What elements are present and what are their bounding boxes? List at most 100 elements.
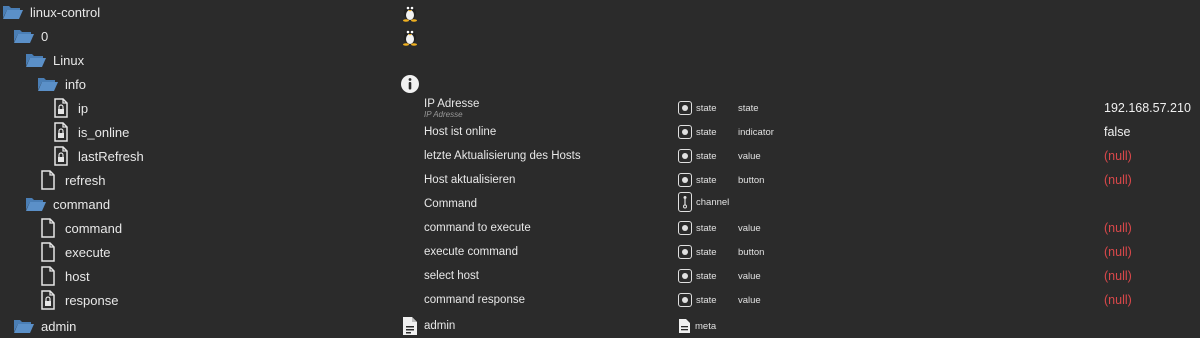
file-icon [37, 170, 59, 190]
role-label: value [738, 270, 761, 282]
tree-row-response[interactable]: response command response state value (n… [0, 288, 1200, 312]
state-value[interactable]: (null) [1104, 168, 1132, 192]
object-name: execute command [424, 240, 518, 264]
state-value[interactable]: (null) [1104, 288, 1132, 312]
type-cell: state [678, 99, 717, 117]
object-name: Host ist online [424, 120, 496, 144]
role-label: button [738, 174, 765, 186]
tree-label: linux-control [30, 4, 101, 20]
type-cell: state [678, 243, 717, 261]
type-label: channel [696, 196, 730, 208]
object-name: command to execute [424, 216, 531, 240]
document-icon [400, 316, 420, 336]
object-name-text: Host aktualisieren [424, 174, 516, 186]
object-name-text: IP Adresse [424, 97, 480, 110]
role-label: button [738, 246, 765, 258]
linux-penguin-icon [400, 2, 420, 22]
object-name-text: command response [424, 294, 525, 306]
role-label: value [738, 222, 761, 234]
file-lock-icon [50, 122, 72, 142]
object-name: Command [424, 192, 477, 216]
file-icon [37, 218, 59, 238]
object-name-text: Command [424, 198, 478, 210]
object-name-text: command to execute [424, 222, 531, 234]
object-name-text: execute command [424, 246, 518, 258]
folder-open-icon[interactable] [25, 50, 47, 70]
file-icon [37, 242, 59, 262]
tree-row-host[interactable]: host select host state value (null) [0, 264, 1200, 288]
linux-penguin-icon [400, 26, 420, 46]
role-label: value [738, 294, 761, 306]
state-type-icon [678, 221, 692, 235]
object-name: select host [424, 264, 479, 288]
tree-row-refresh[interactable]: refresh Host aktualisieren state button … [0, 168, 1200, 192]
folder-open-icon[interactable] [13, 316, 35, 336]
state-value[interactable]: (null) [1104, 264, 1132, 288]
tree-row-command-channel[interactable]: command Command channel [0, 192, 1200, 216]
tree-label: ip [78, 100, 89, 116]
meta-type-icon [678, 318, 691, 334]
type-cell: meta [678, 317, 716, 335]
file-lock-icon [50, 98, 72, 118]
state-type-icon [678, 293, 692, 307]
state-value[interactable]: (null) [1104, 240, 1132, 264]
type-label: state [696, 246, 717, 258]
tree-row-0[interactable]: 0 [0, 24, 1200, 48]
state-value[interactable]: (null) [1104, 216, 1132, 240]
file-lock-icon [37, 290, 59, 310]
tree-row-admin[interactable]: admin admin meta [0, 314, 1200, 338]
folder-open-icon[interactable] [13, 26, 35, 46]
type-label: state [696, 150, 717, 162]
tree-label: is_online [78, 124, 130, 140]
state-value[interactable]: (null) [1104, 144, 1132, 168]
object-name: admin [424, 314, 455, 338]
type-label: state [696, 294, 717, 306]
tree-row-execute[interactable]: execute execute command state button (nu… [0, 240, 1200, 264]
tree-label: lastRefresh [78, 148, 144, 164]
folder-open-icon[interactable] [37, 74, 59, 94]
type-cell: state [678, 147, 717, 165]
tree-row-is-online[interactable]: is_online Host ist online state indicato… [0, 120, 1200, 144]
file-lock-icon [50, 146, 72, 166]
tree-row-linux[interactable]: Linux [0, 48, 1200, 72]
tree-label: Linux [53, 52, 85, 68]
object-name: command response [424, 288, 525, 312]
tree-label: host [65, 268, 90, 284]
folder-open-icon[interactable] [25, 194, 47, 214]
state-type-icon [678, 245, 692, 259]
channel-type-icon [678, 192, 692, 212]
file-icon [37, 266, 59, 286]
type-cell: state [678, 267, 717, 285]
state-value[interactable]: false [1104, 120, 1130, 144]
tree-label: 0 [41, 28, 49, 44]
tree-label: command [65, 220, 123, 236]
type-cell: state [678, 123, 717, 141]
object-name-text: Host ist online [424, 126, 497, 138]
role-label: state [738, 102, 759, 114]
info-circle-icon [400, 74, 420, 94]
type-cell: state [678, 291, 717, 309]
tree-label: response [65, 292, 119, 308]
object-name-text: letzte Aktualisierung des Hosts [424, 150, 581, 162]
tree-row-info[interactable]: info [0, 72, 1200, 96]
object-name-text: select host [424, 270, 479, 282]
tree-label: command [53, 196, 111, 212]
state-type-icon [678, 173, 692, 187]
state-type-icon [678, 125, 692, 139]
tree-row-ip[interactable]: ip IP Adresse IP Adresse state state 192… [0, 96, 1200, 120]
state-type-icon [678, 149, 692, 163]
type-cell: channel [678, 192, 730, 212]
role-label: indicator [738, 126, 774, 138]
type-cell: state [678, 171, 717, 189]
object-name-subtext: IP Adresse [424, 109, 463, 119]
tree-label: refresh [65, 172, 106, 188]
state-type-icon [678, 269, 692, 283]
tree-row-command[interactable]: command command to execute state value (… [0, 216, 1200, 240]
type-label: state [696, 270, 717, 282]
state-value[interactable]: 192.168.57.210 [1104, 96, 1191, 120]
tree-row-lastrefresh[interactable]: lastRefresh letzte Aktualisierung des Ho… [0, 144, 1200, 168]
type-label: meta [695, 320, 717, 332]
tree-row-linux-control[interactable]: linux-control [0, 0, 1200, 24]
tree-label: admin [41, 318, 77, 334]
folder-open-icon[interactable] [2, 2, 24, 22]
